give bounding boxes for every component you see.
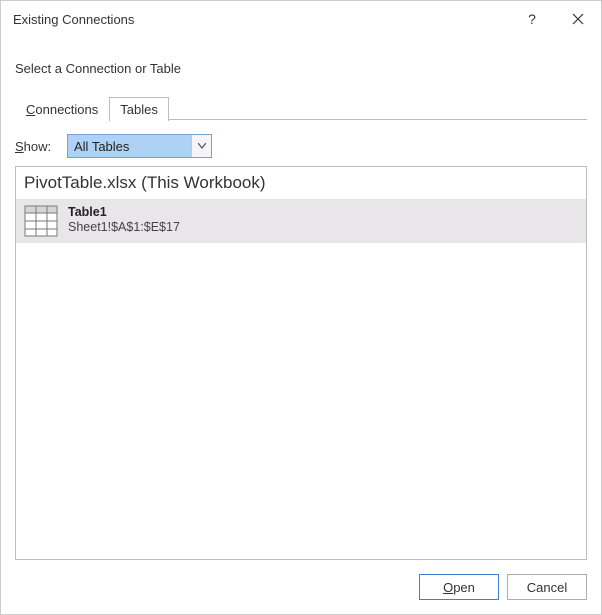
existing-connections-dialog: Existing Connections ? Select a Connecti… [0, 0, 602, 615]
list-item-subtitle: Sheet1!$A$1:$E$17 [68, 220, 180, 234]
show-combobox-arrow[interactable] [191, 135, 211, 157]
list-item[interactable]: Table1 Sheet1!$A$1:$E$17 [16, 199, 586, 243]
tab-connections-accel: C [26, 102, 35, 117]
cancel-button-label: Cancel [527, 580, 567, 595]
dialog-footer: Open Cancel [1, 560, 601, 614]
dialog-title: Existing Connections [13, 12, 509, 27]
list-item-title: Table1 [68, 205, 180, 219]
close-button[interactable] [555, 1, 601, 37]
instruction-text: Select a Connection or Table [15, 61, 587, 76]
show-combobox[interactable]: All Tables [67, 134, 212, 158]
cancel-button[interactable]: Cancel [507, 574, 587, 600]
tab-tables-label: Tables [120, 102, 158, 117]
show-row: Show: All Tables [15, 134, 587, 158]
table-icon [24, 205, 58, 237]
show-label-accel: S [15, 139, 24, 154]
tab-tables[interactable]: Tables [109, 97, 169, 121]
tables-listbox[interactable]: PivotTable.xlsx (This Workbook) Table1 S… [15, 166, 587, 560]
show-combobox-value: All Tables [68, 135, 191, 157]
chevron-down-icon [198, 143, 206, 149]
list-item-text: Table1 Sheet1!$A$1:$E$17 [68, 205, 180, 234]
open-button-accel: O [443, 580, 453, 595]
tab-connections[interactable]: Connections [15, 97, 109, 121]
show-label: Show: [15, 139, 67, 154]
list-group-header: PivotTable.xlsx (This Workbook) [16, 167, 586, 199]
tab-bar: Connections Tables [15, 94, 587, 120]
tab-connections-rest: onnections [35, 102, 98, 117]
help-button[interactable]: ? [509, 1, 555, 37]
open-button-rest: pen [453, 580, 475, 595]
close-icon [572, 13, 584, 25]
show-label-rest: how: [24, 139, 51, 154]
titlebar: Existing Connections ? [1, 1, 601, 37]
open-button[interactable]: Open [419, 574, 499, 600]
dialog-content: Select a Connection or Table Connections… [1, 37, 601, 560]
